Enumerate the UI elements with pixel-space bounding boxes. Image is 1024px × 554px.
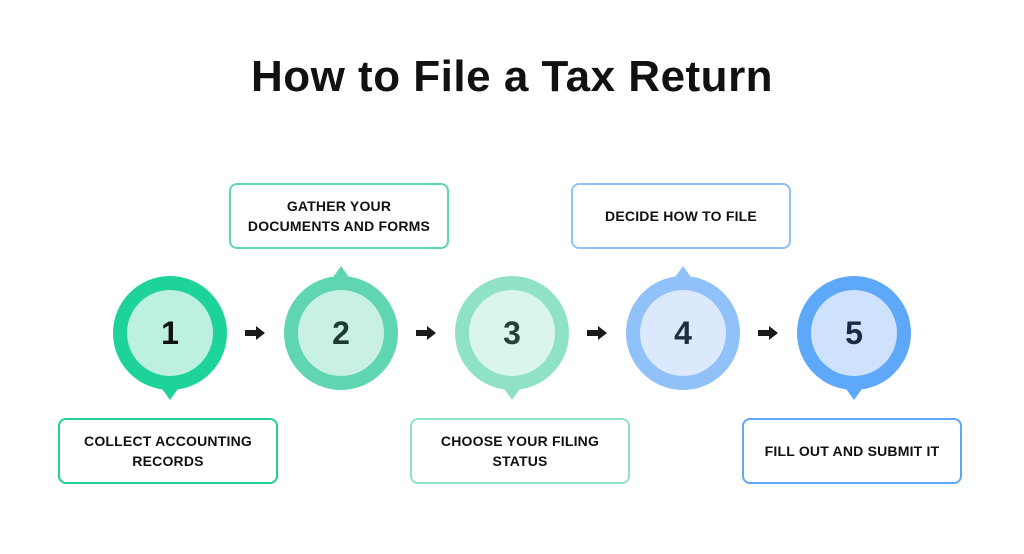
page-title: How to File a Tax Return xyxy=(250,52,774,101)
step-1-label-box: COLLECT ACCOUNTING RECORDS xyxy=(58,418,278,484)
step-3-pin: 3 xyxy=(455,276,569,400)
step-number: 5 xyxy=(811,290,897,376)
step-4-pin: 4 xyxy=(626,266,740,390)
step-5-label-box: FILL OUT AND SUBMIT IT xyxy=(742,418,962,484)
arrow-right-icon xyxy=(587,326,607,340)
step-2-pin: 2 xyxy=(284,266,398,390)
step-2-label-box: GATHER YOUR DOCUMENTS AND FORMS xyxy=(229,183,449,249)
arrow-right-icon xyxy=(245,326,265,340)
arrow-right-icon xyxy=(758,326,778,340)
arrow-right-icon xyxy=(416,326,436,340)
step-number: 2 xyxy=(298,290,384,376)
step-1-pin: 1 xyxy=(113,276,227,400)
step-number: 3 xyxy=(469,290,555,376)
step-number: 4 xyxy=(640,290,726,376)
step-3-label-box: CHOOSE YOUR FILING STATUS xyxy=(410,418,630,484)
step-number: 1 xyxy=(127,290,213,376)
step-5-pin: 5 xyxy=(797,276,911,400)
step-4-label-box: DECIDE HOW TO FILE xyxy=(571,183,791,249)
